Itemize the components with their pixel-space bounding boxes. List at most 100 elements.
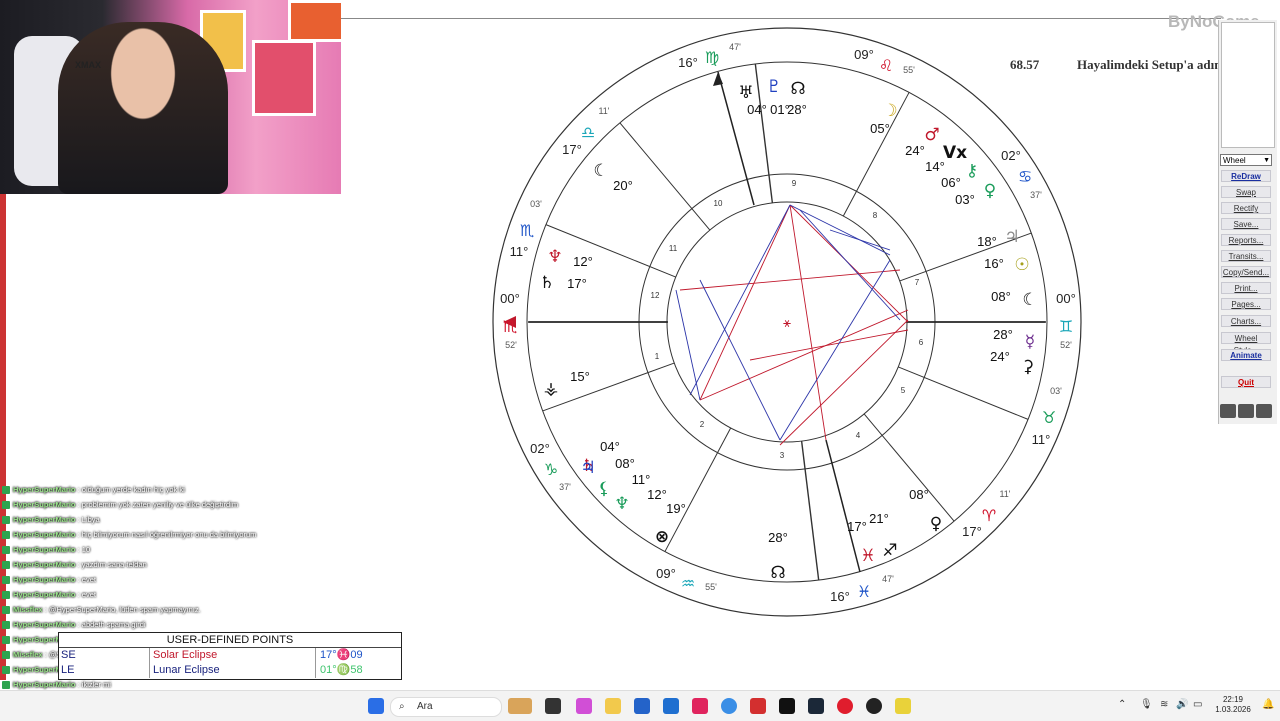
app-l-icon[interactable] [750, 698, 766, 714]
sign-cusp-degree: 00° [500, 291, 520, 306]
planet-degree: 11° [632, 472, 651, 487]
planet-degree: 05° [870, 121, 890, 136]
user-badge-icon [2, 591, 10, 600]
planet-degree: 20° [613, 178, 633, 193]
planet-degree: 24° [905, 143, 925, 158]
planet-glyph-icon: ☊ [790, 79, 805, 99]
aspect-lines: ⚹ [675, 204, 909, 446]
grand-trine-icon: ⚹ [783, 316, 791, 331]
user-defined-points-panel: USER-DEFINED POINTS SE Solar Eclipse 17°… [58, 632, 402, 680]
obs-icon[interactable] [866, 698, 882, 714]
side-button-transits[interactable]: Transits... [1221, 250, 1271, 262]
chat-text: : problemim yok zaten yeniliy ve ülke de… [75, 500, 239, 509]
user-badge-icon [2, 636, 10, 645]
task-view-icon[interactable] [545, 698, 561, 714]
chat-message: HyperSuperMario : evet [0, 587, 400, 602]
zodiac-sign-icon: ♏ [520, 221, 534, 240]
chat-message: HyperSuperMario : abdeth spama girdi [0, 617, 400, 632]
game-icon[interactable] [895, 698, 911, 714]
side-button-copy-send[interactable]: Copy/Send... [1221, 266, 1271, 278]
side-button-redraw[interactable]: ReDraw [1221, 170, 1271, 182]
taskbar-search[interactable]: ⌕ Ara [390, 697, 502, 717]
system-clock[interactable]: 22:19 1.03.2026 [1212, 695, 1254, 715]
udp-row: SE Solar Eclipse 17°♓09 [59, 648, 401, 663]
start-menu-icon[interactable] [368, 698, 384, 714]
udp-position: 01°♍58 [315, 663, 404, 678]
volume-icon[interactable]: 🔊 [1176, 699, 1188, 710]
planet-degree: 28° [787, 102, 807, 117]
chart-icon[interactable] [1256, 404, 1272, 418]
outlook-icon[interactable] [663, 698, 679, 714]
udp-row: LE Lunar Eclipse 01°♍58 [59, 663, 401, 678]
planet-degree: 28° [993, 327, 1013, 342]
planet-glyph-icon: ☿ [1025, 332, 1035, 352]
side-button-swap[interactable]: Swap [1221, 186, 1271, 198]
planet-glyph-icon: ⊗ [655, 527, 669, 547]
user-badge-icon [2, 546, 10, 555]
wifi-icon[interactable]: ≋ [1160, 699, 1168, 710]
sign-cusp-minute: 52' [1060, 340, 1072, 350]
planet-degree: 08° [991, 289, 1011, 304]
clock-time: 22:19 [1222, 695, 1244, 704]
file-explorer-icon[interactable] [605, 698, 621, 714]
chat-username: Missflex [13, 605, 43, 614]
chat-message: HyperSuperMario : 10 [0, 542, 400, 557]
monitor-icon[interactable] [1220, 404, 1236, 418]
side-button-save[interactable]: Save... [1221, 218, 1271, 230]
side-button-quit[interactable]: Quit [1221, 376, 1271, 388]
chat-message: HyperSuperMario : evet [0, 572, 400, 587]
side-button-reports[interactable]: Reports... [1221, 234, 1271, 246]
webcam-overlay: XMAX [0, 0, 341, 194]
side-button-pages[interactable]: Pages... [1221, 298, 1271, 310]
steam-icon[interactable] [808, 698, 824, 714]
planet-degree: 28° [768, 530, 788, 545]
tiktok-icon[interactable] [779, 698, 795, 714]
zodiac-sign-icon: ♊ [1059, 317, 1073, 336]
planet-glyph-icon: ♇ [766, 77, 781, 97]
planet-glyph-icon: ⚷ [966, 161, 978, 181]
udp-code: LE [61, 664, 75, 676]
chat-username: HyperSuperMario [13, 530, 76, 539]
side-button-animate[interactable]: Animate [1221, 349, 1271, 361]
chat-username: HyperSuperMario [13, 575, 76, 584]
side-button-charts[interactable]: Charts... [1221, 315, 1271, 327]
chat-username: HyperSuperMario [13, 680, 76, 689]
chart-type-select[interactable]: Wheel ▼ [1220, 154, 1272, 166]
house-number: 12 [651, 291, 660, 300]
side-button-wheel-style[interactable]: Wheel Style... [1221, 332, 1271, 355]
house-cusp-line [800, 441, 820, 581]
notification-icon[interactable]: 🔔 [1262, 699, 1274, 710]
planet-degree: 03° [955, 192, 975, 207]
tiktok-studio-icon[interactable] [692, 698, 708, 714]
widgets-icon[interactable] [508, 698, 532, 714]
sign-cusp-degree: 17° [962, 524, 982, 539]
user-badge-icon [2, 486, 10, 495]
planet-degree: 08° [615, 456, 635, 471]
side-button-rectify[interactable]: Rectify [1221, 202, 1271, 214]
zodiac-sign-icon: ♍ [705, 48, 719, 67]
user-badge-icon [2, 501, 10, 510]
aspect-line [679, 269, 901, 291]
sign-cusp-minute: 37' [559, 482, 571, 492]
planet-degree: 18° [977, 234, 997, 249]
chevron-up-icon[interactable]: ⌃ [1118, 699, 1126, 710]
sign-cusp-minute: 11' [999, 489, 1010, 499]
opera-icon[interactable] [837, 698, 853, 714]
zodiac-sign-icon: ♉ [1042, 408, 1056, 427]
store-icon[interactable] [634, 698, 650, 714]
chat-text: : abdeth spama girdi [75, 620, 146, 629]
user-badge-icon [2, 561, 10, 570]
planet-degree: 21° [869, 511, 889, 526]
chair-brand-label: XMAX [75, 60, 102, 70]
chrome-icon[interactable] [721, 698, 737, 714]
printer-icon[interactable] [1238, 404, 1254, 418]
planet-degree: 16° [984, 256, 1004, 271]
copilot-icon[interactable] [576, 698, 592, 714]
battery-icon[interactable]: ▭ [1193, 699, 1202, 710]
sign-cusp-degree: 11° [510, 244, 529, 259]
chat-username: HyperSuperMario [13, 545, 76, 554]
microphone-icon[interactable]: 🎙 [1140, 699, 1153, 710]
chat-username: HyperSuperMario [13, 485, 76, 494]
chat-username: HyperSuperMario [13, 560, 76, 569]
side-button-print[interactable]: Print... [1221, 282, 1271, 294]
